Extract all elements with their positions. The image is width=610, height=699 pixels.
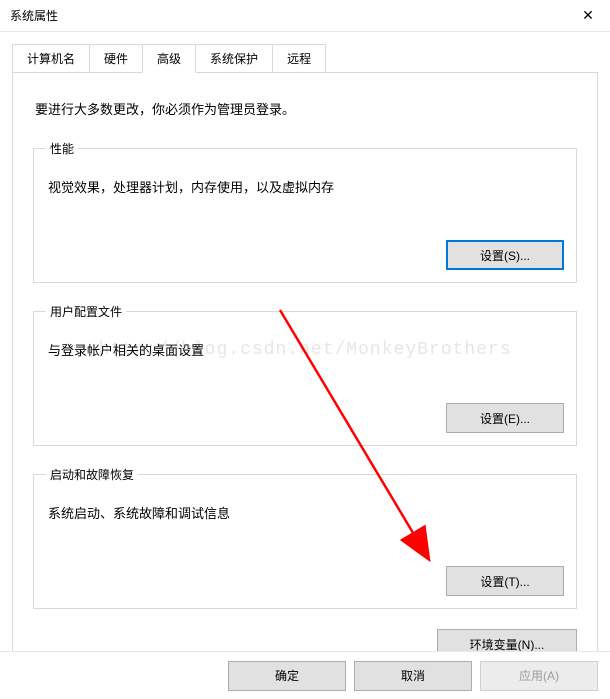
group-user-profiles: 用户配置文件 与登录帐户相关的桌面设置 设置(E)...: [33, 303, 577, 446]
tab-label: 计算机名: [27, 52, 75, 66]
user-profiles-desc: 与登录帐户相关的桌面设置: [48, 340, 564, 359]
button-label: 环境变量(N)...: [470, 638, 545, 652]
apply-button[interactable]: 应用(A): [480, 661, 598, 691]
tab-hardware[interactable]: 硬件: [89, 44, 143, 72]
tab-label: 硬件: [104, 52, 128, 66]
startup-recovery-settings-button[interactable]: 设置(T)...: [446, 566, 564, 596]
performance-settings-button[interactable]: 设置(S)...: [446, 240, 564, 270]
tab-computer-name[interactable]: 计算机名: [12, 44, 90, 72]
cancel-button[interactable]: 取消: [354, 661, 472, 691]
ok-button[interactable]: 确定: [228, 661, 346, 691]
performance-desc: 视觉效果，处理器计划，内存使用，以及虚拟内存: [48, 177, 564, 196]
dialog-content: 计算机名 硬件 高级 系统保护 远程 要进行大多数更改，你必须作为管理员登录。 …: [0, 32, 610, 688]
tab-remote[interactable]: 远程: [272, 44, 326, 72]
admin-note: 要进行大多数更改，你必须作为管理员登录。: [35, 99, 577, 118]
button-label: 确定: [275, 669, 299, 683]
group-user-profiles-legend: 用户配置文件: [46, 303, 126, 320]
tab-strip: 计算机名 硬件 高级 系统保护 远程: [12, 44, 598, 73]
close-icon: ✕: [582, 7, 594, 24]
group-performance: 性能 视觉效果，处理器计划，内存使用，以及虚拟内存 设置(S)...: [33, 140, 577, 283]
user-profiles-settings-button[interactable]: 设置(E)...: [446, 403, 564, 433]
button-label: 设置(S)...: [480, 249, 530, 263]
button-label: 设置(T)...: [480, 575, 529, 589]
tab-panel-advanced: 要进行大多数更改，你必须作为管理员登录。 性能 视觉效果，处理器计划，内存使用，…: [12, 73, 598, 688]
button-label: 取消: [401, 669, 425, 683]
dialog-footer: 确定 取消 应用(A): [0, 651, 610, 699]
startup-recovery-desc: 系统启动、系统故障和调试信息: [48, 503, 564, 522]
tab-advanced[interactable]: 高级: [142, 44, 196, 73]
close-button[interactable]: ✕: [566, 0, 610, 32]
tab-label: 远程: [287, 52, 311, 66]
window-title: 系统属性: [10, 7, 58, 24]
group-startup-recovery-legend: 启动和故障恢复: [46, 466, 138, 483]
tab-label: 高级: [157, 52, 181, 66]
group-performance-legend: 性能: [46, 140, 78, 157]
title-bar: 系统属性 ✕: [0, 0, 610, 32]
group-startup-recovery: 启动和故障恢复 系统启动、系统故障和调试信息 设置(T)...: [33, 466, 577, 609]
button-label: 应用(A): [519, 669, 559, 683]
tab-label: 系统保护: [210, 52, 258, 66]
button-label: 设置(E)...: [480, 412, 530, 426]
tab-system-protection[interactable]: 系统保护: [195, 44, 273, 72]
